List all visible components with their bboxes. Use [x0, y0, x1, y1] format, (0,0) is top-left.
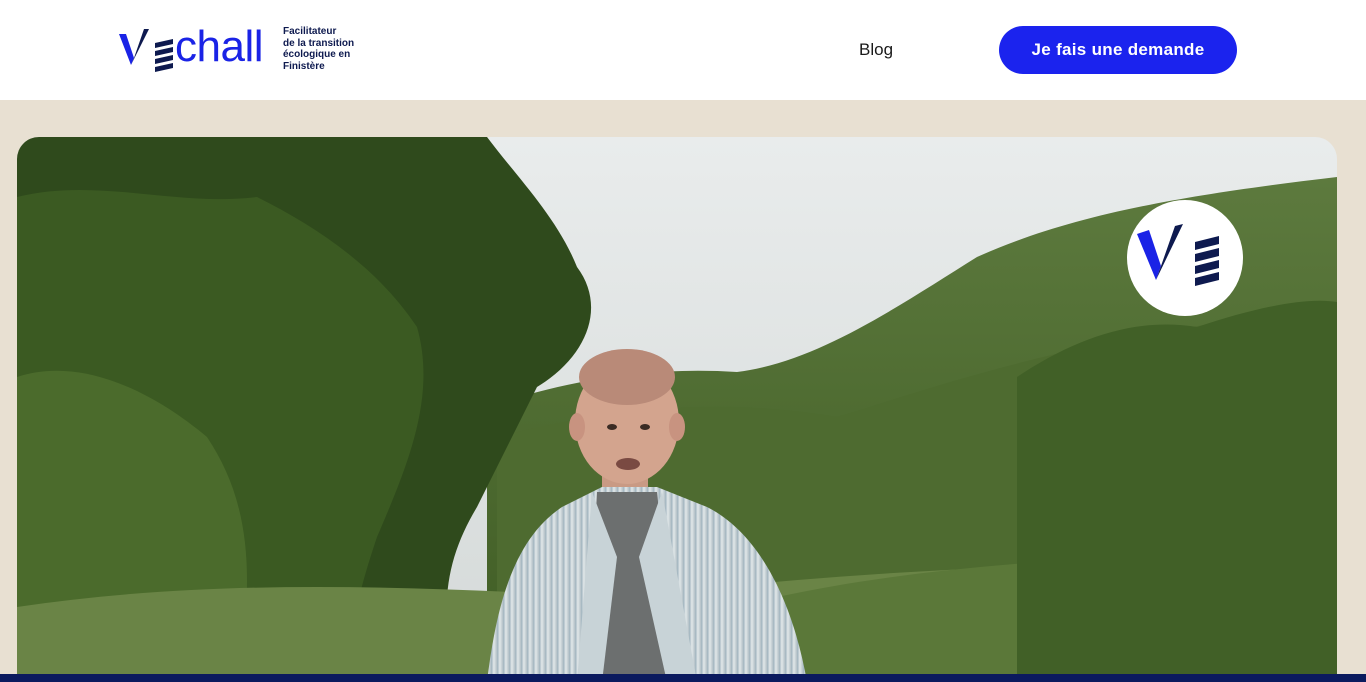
logo-mark-icon: [119, 29, 173, 72]
logo-link[interactable]: chall Facilitateur de la transition écol…: [119, 22, 393, 72]
tagline-line-1: Facilitateur: [283, 26, 337, 37]
site-header: chall Facilitateur de la transition écol…: [0, 0, 1366, 100]
logo-wordmark: chall: [175, 22, 264, 71]
hero-video[interactable]: [17, 137, 1337, 682]
footer-bar: [0, 674, 1366, 682]
logo-tagline: Facilitateur de la transition écologique…: [283, 26, 393, 72]
request-button[interactable]: Je fais une demande: [999, 26, 1237, 74]
tagline-line-3: écologique en Finistère: [283, 49, 351, 72]
tagline-line-2: de la transition: [283, 37, 355, 49]
nav-blog-link[interactable]: Blog: [859, 40, 893, 60]
vechall-logo-icon: [1137, 224, 1219, 286]
vechall-badge: [1127, 200, 1243, 316]
